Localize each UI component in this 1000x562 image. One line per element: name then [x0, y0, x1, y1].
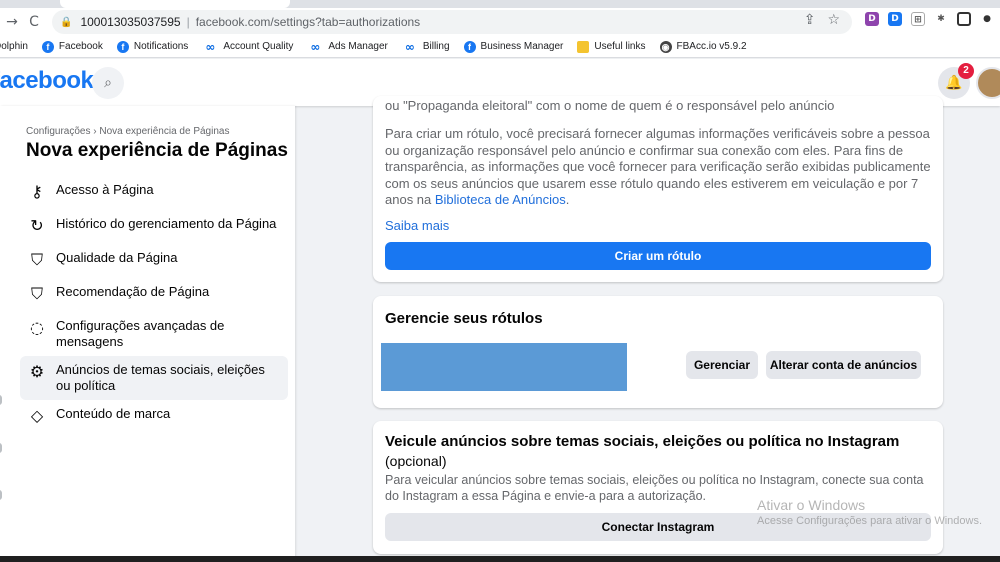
bookmark-notifications[interactable]: f Notifications — [116, 40, 188, 53]
sidebar-item-label: Recomendação de Página — [56, 284, 210, 299]
create-label-card: ou "Propaganda eleitoral" com o nome de … — [373, 96, 943, 282]
sidebar-item-label: Anúncios de temas sociais, eleições ou p… — [56, 362, 265, 393]
fbacc-icon: ◉ — [659, 40, 672, 53]
facebook-icon: f — [116, 40, 129, 53]
active-tab[interactable] — [60, 0, 290, 8]
clipped-text: ou "Propaganda eleitoral" com o nome de … — [385, 98, 835, 113]
profile-icon[interactable]: ● — [980, 12, 994, 26]
sidebar-item-label: Conteúdo de marca — [56, 406, 171, 421]
history-icon: ↻ — [30, 216, 44, 235]
sidebar-item-label: Acesso à Página — [56, 182, 154, 197]
url-input[interactable]: 🔒 100013035037595 | facebook.com/setting… — [52, 10, 852, 34]
extension-grid-icon[interactable]: ⊞ — [911, 12, 925, 26]
facebook-icon: f — [463, 40, 476, 53]
facebook-logo[interactable]: facebook — [0, 67, 94, 95]
bookmark-ads-manager[interactable]: ∞ Ads Manager — [307, 41, 387, 53]
bookmark-star-icon[interactable]: ☆ — [827, 12, 840, 28]
bookmark-facebook[interactable]: f Facebook — [41, 40, 103, 53]
extension-d-icon[interactable]: D — [865, 12, 879, 26]
avatar[interactable] — [976, 67, 1000, 99]
meta-icon: ∞ — [205, 39, 216, 54]
folder-icon — [577, 40, 590, 53]
bookmarks-bar: Dolphin fFacebook fNotifications ∞Accoun… — [0, 36, 1000, 58]
manage-labels-card: Gerencie seus rótulos Gerenciar Alterar … — [373, 296, 943, 408]
meta-icon: ∞ — [404, 39, 415, 54]
ad-library-link[interactable]: Biblioteca de Anúncios — [435, 192, 566, 207]
sidebar-item-page-access[interactable]: ⚷ Acesso à Página — [20, 176, 288, 210]
bookmark-dolphin[interactable]: Dolphin — [0, 41, 28, 52]
sidebar-item-label: Qualidade da Página — [56, 250, 178, 265]
address-bar: → C 🔒 100013035037595 | facebook.com/set… — [0, 8, 1000, 36]
sidebar-item-label: Configurações avançadas de mensagens — [56, 318, 225, 349]
share-icon[interactable]: ⇪ — [804, 12, 816, 28]
sidebar-item-page-quality[interactable]: ⛉ Qualidade da Página — [20, 244, 288, 278]
reload-icon[interactable]: C — [24, 12, 44, 32]
facebook-icon: f — [41, 40, 54, 53]
manage-button[interactable]: Gerenciar — [686, 351, 758, 379]
extension-d2-icon[interactable]: D — [888, 12, 902, 26]
create-label-button[interactable]: Criar um rótulo — [385, 242, 931, 270]
bookmark-billing[interactable]: ∞ Billing — [402, 41, 450, 53]
sidebar-item-history[interactable]: ↻ Histórico do gerenciamento da Página — [20, 210, 288, 244]
handshake-icon: ◇ — [30, 406, 44, 425]
url-host: 100013035037595 — [80, 15, 181, 29]
key-icon: ⚷ — [31, 182, 43, 201]
forward-icon[interactable]: → — [2, 12, 22, 32]
shield-user-icon: ⛉ — [30, 284, 43, 303]
notification-badge: 2 — [958, 63, 974, 79]
settings-sidebar: Configurações › Nova experiência de Pági… — [0, 106, 295, 562]
user-gear-icon: ⚙ — [29, 362, 45, 381]
sidebar-item-recommendation[interactable]: ⛉ Recomendação de Página — [20, 278, 288, 312]
url-path: facebook.com/settings?tab=authorizations — [195, 15, 421, 29]
meta-icon: ∞ — [310, 39, 321, 54]
sidebar-item-branded-content[interactable]: ◇ Conteúdo de marca — [20, 400, 288, 434]
bookmark-fbacc[interactable]: ◉ FBAcc.io v5.9.2 — [659, 40, 747, 53]
bookmark-account-quality[interactable]: ∞ Account Quality — [202, 41, 293, 53]
section-title: Veicule anúncios sobre temas sociais, el… — [385, 433, 900, 450]
bookmark-business-manager[interactable]: f Business Manager — [463, 40, 563, 53]
search-icon[interactable]: ⌕ — [92, 67, 124, 99]
redacted-label — [381, 343, 627, 391]
optional-label: (opcional) — [385, 453, 447, 469]
sidepanel-icon[interactable] — [957, 12, 971, 26]
learn-more-link[interactable]: Saiba mais — [385, 218, 449, 233]
section-title: Gerencie seus rótulos — [385, 310, 543, 327]
tab-strip — [0, 0, 1000, 8]
create-label-description: Para criar um rótulo, você precisará for… — [385, 126, 931, 207]
breadcrumb[interactable]: Configurações › Nova experiência de Pági… — [26, 126, 229, 137]
sidebar-item-political-ads[interactable]: ⚙ Anúncios de temas sociais, eleições ou… — [20, 356, 288, 400]
sidebar-item-label: Histórico do gerenciamento da Página — [56, 216, 277, 231]
lock-icon: 🔒 — [60, 16, 73, 28]
page-title: Nova experiência de Páginas — [26, 140, 288, 161]
shield-icon: ⛉ — [30, 250, 43, 269]
windows-activation-watermark: Ativar o Windows Acesse Configurações pa… — [757, 497, 982, 527]
instagram-card: Veicule anúncios sobre temas sociais, el… — [373, 421, 943, 554]
bookmark-useful-links[interactable]: Useful links — [577, 40, 646, 53]
change-ad-account-button[interactable]: Alterar conta de anúncios — [766, 351, 921, 379]
sidebar-item-messaging[interactable]: ◌ Configurações avançadas de mensagens — [20, 312, 288, 356]
taskbar — [0, 556, 1000, 562]
puzzle-icon[interactable]: ✱ — [934, 12, 948, 26]
chat-bubble-icon: ◌ — [30, 318, 44, 337]
